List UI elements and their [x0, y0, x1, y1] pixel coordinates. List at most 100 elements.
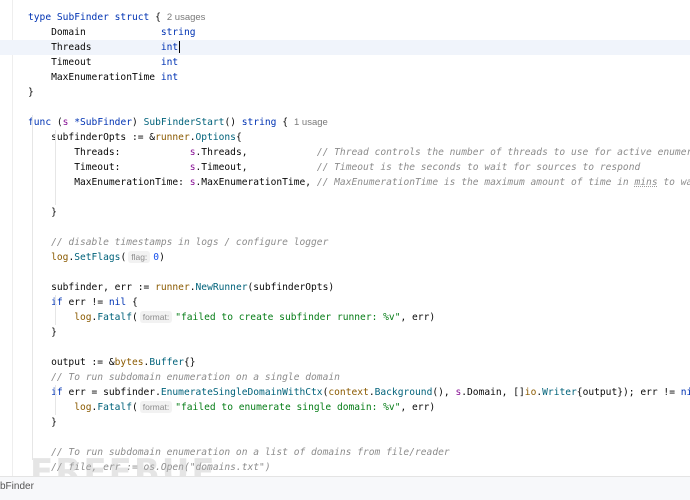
code-line[interactable]: type SubFinder struct {2 usages: [0, 10, 690, 25]
code-line[interactable]: log.SetFlags(flag: 0): [0, 250, 690, 265]
code-line[interactable]: [0, 265, 690, 280]
code-line-content: Domain string: [28, 25, 195, 40]
code-token: err !=: [68, 297, 109, 308]
code-line-content: Timeout int: [28, 55, 178, 70]
code-token: }: [28, 87, 34, 98]
code-token: {: [155, 12, 161, 23]
code-line[interactable]: // disable timestamps in logs / configur…: [0, 235, 690, 250]
code-line-content: Threads: s.Threads, // Thread controls t…: [28, 145, 690, 160]
code-token: // Timeout is the seconds to wait for so…: [316, 162, 641, 173]
code-line[interactable]: Threads: s.Threads, // Thread controls t…: [0, 145, 690, 160]
code-token: EnumerateSingleDomainWithCtx: [160, 387, 323, 398]
code-token: {output}); err !=: [576, 387, 681, 398]
code-line[interactable]: [0, 190, 690, 205]
code-line[interactable]: Timeout: s.Timeout, // Timeout is the se…: [0, 160, 690, 175]
code-token: Timeout:: [28, 162, 190, 173]
code-token: if: [51, 387, 69, 398]
code-token: , err): [400, 402, 436, 413]
code-line[interactable]: MaxEnumerationTime: s.MaxEnumerationTime…: [0, 175, 690, 190]
code-token: Options: [195, 132, 236, 143]
code-token: log: [74, 402, 92, 413]
code-line-content: log.SetFlags(flag: 0): [28, 250, 165, 265]
code-token: nil: [108, 297, 127, 308]
code-line[interactable]: if err != nil {: [0, 295, 690, 310]
code-token: SetFlags: [74, 252, 121, 263]
code-line[interactable]: }: [0, 325, 690, 340]
code-token: nil: [680, 387, 690, 398]
code-token: (: [131, 312, 138, 323]
code-token: {: [276, 117, 288, 128]
code-line[interactable]: }: [0, 415, 690, 430]
code-token: Threads:: [28, 147, 190, 158]
parameter-hint: format:: [139, 311, 173, 323]
code-token: SubFinder: [56, 12, 115, 23]
code-line[interactable]: log.Fatalf(format: "failed to create subf…: [0, 310, 690, 325]
usages-hint[interactable]: 1 usage: [294, 117, 328, 128]
code-token: output := &: [28, 357, 115, 368]
code-token: .MaxEnumerationTime,: [195, 177, 317, 188]
code-token: ): [132, 117, 144, 128]
code-line[interactable]: [0, 220, 690, 235]
code-line-content: MaxEnumerationTime int: [28, 70, 178, 85]
code-line-content: output := &bytes.Buffer{}: [28, 355, 196, 370]
code-token: Fatalf: [97, 312, 132, 323]
code-line[interactable]: [0, 340, 690, 355]
code-line[interactable]: }: [0, 205, 690, 220]
status-bar: bFinder: [0, 476, 690, 500]
code-line[interactable]: output := &bytes.Buffer{}: [0, 355, 690, 370]
code-token: int: [160, 57, 179, 68]
code-token: MaxEnumerationTime:: [28, 177, 190, 188]
code-token: context: [328, 387, 369, 398]
code-token: subfinderOpts := &: [28, 132, 156, 143]
code-line[interactable]: func (s *SubFinder) SubFinderStart() str…: [0, 115, 690, 130]
code-line[interactable]: subfinder, err := runner.NewRunner(subfi…: [0, 280, 690, 295]
code-token: // To run subdomain enumeration on a sin…: [28, 372, 340, 383]
code-line[interactable]: log.Fatalf(format: "failed to enumerate s…: [0, 400, 690, 415]
code-line[interactable]: }: [0, 85, 690, 100]
code-token: subfinder, err :=: [28, 282, 156, 293]
code-token: runner: [155, 132, 190, 143]
code-token: SubFinderStart: [143, 117, 225, 128]
code-token: (),: [432, 387, 456, 398]
code-line[interactable]: subfinderOpts := &runner.Options{: [0, 130, 690, 145]
code-token: {}: [183, 357, 196, 368]
code-token: Threads: [28, 42, 161, 53]
code-token: (: [131, 402, 138, 413]
code-line-content: Threads int: [28, 40, 181, 55]
code-token: NewRunner: [195, 282, 248, 293]
code-token: string: [241, 117, 277, 128]
code-line-content: func (s *SubFinder) SubFinderStart() str…: [28, 115, 328, 130]
code-line-content: // disable timestamps in logs / configur…: [28, 235, 328, 250]
code-line[interactable]: [0, 430, 690, 445]
code-line[interactable]: Timeout int: [0, 55, 690, 70]
code-token: .Domain, []: [461, 387, 525, 398]
usages-hint[interactable]: 2 usages: [167, 12, 206, 23]
code-token: {: [235, 132, 242, 143]
code-line[interactable]: MaxEnumerationTime int: [0, 70, 690, 85]
parameter-hint: flag:: [128, 251, 151, 263]
code-token: // Thread controls the number of threads…: [316, 147, 690, 158]
code-token: io: [524, 387, 537, 398]
indent-guide: [55, 385, 56, 415]
code-line-content: subfinderOpts := &runner.Options{: [28, 130, 242, 145]
code-line[interactable]: [0, 100, 690, 115]
indent-guide: [32, 115, 33, 460]
code-token: {: [126, 297, 138, 308]
code-token: mins: [634, 177, 658, 188]
code-token: "failed to create subfinder runner: %v": [175, 312, 401, 323]
code-token: Domain: [28, 27, 161, 38]
code-token: // disable timestamps in logs / configur…: [28, 237, 329, 248]
code-line-content: MaxEnumerationTime: s.MaxEnumerationTime…: [28, 175, 690, 190]
status-breadcrumb[interactable]: bFinder: [0, 481, 34, 492]
code-editor[interactable]: type SubFinder struct {2 usages Domain s…: [0, 0, 690, 476]
code-line[interactable]: // To run subdomain enumeration on a sin…: [0, 370, 690, 385]
code-token: runner: [155, 282, 190, 293]
code-line[interactable]: Domain string: [0, 25, 690, 40]
code-token: (: [120, 252, 127, 263]
code-line[interactable]: if err = subfinder.EnumerateSingleDomain…: [0, 385, 690, 400]
code-line[interactable]: Threads int: [0, 40, 690, 55]
code-token: .Timeout,: [195, 162, 317, 173]
code-token: Buffer: [149, 357, 184, 368]
code-token: ): [159, 252, 165, 263]
